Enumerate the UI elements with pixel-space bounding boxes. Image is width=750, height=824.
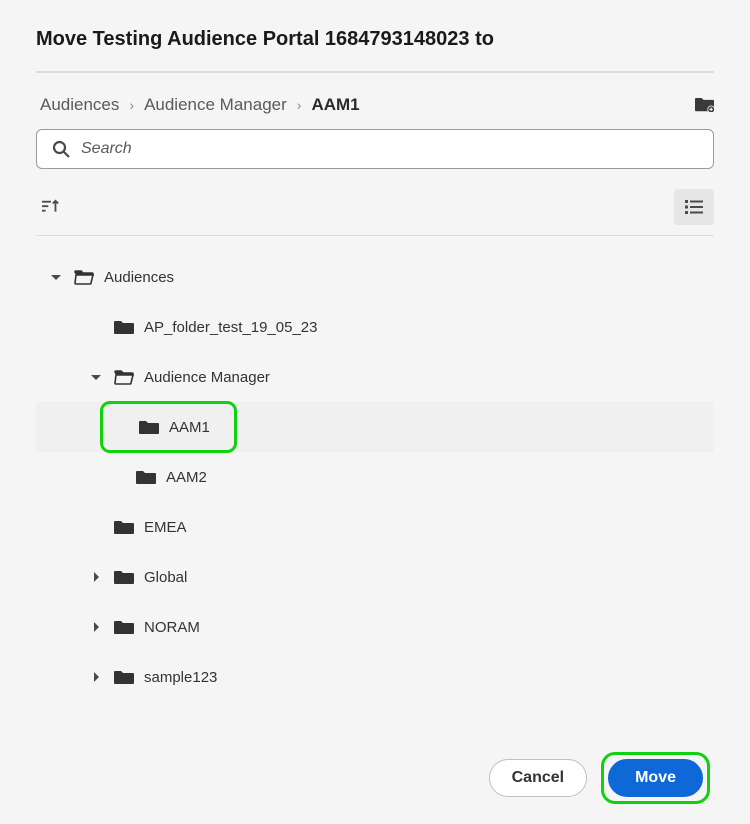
tree-row-global[interactable]: Global — [36, 552, 714, 602]
new-folder-icon[interactable] — [695, 97, 714, 113]
folder-open-icon — [74, 269, 94, 285]
dialog-title: Move Testing Audience Portal 16847931480… — [36, 28, 714, 51]
search-icon — [52, 140, 70, 158]
folder-icon — [114, 669, 134, 685]
chevron-right-icon: › — [297, 97, 302, 113]
folder-icon — [136, 469, 156, 485]
tree-row-sample123[interactable]: sample123 — [36, 652, 714, 702]
folder-open-icon — [114, 369, 134, 385]
folder-icon — [114, 569, 134, 585]
chevron-down-icon — [48, 269, 64, 285]
folder-label: Audience Manager — [144, 369, 270, 386]
chevron-right-icon — [88, 619, 104, 635]
tree-row-emea[interactable]: EMEA — [36, 502, 714, 552]
folder-tree: Audiences AP_folder_test_19_05_23 Audien… — [36, 252, 714, 702]
folder-label: NORAM — [144, 619, 200, 636]
chevron-right-icon — [88, 569, 104, 585]
list-view-toggle[interactable] — [674, 189, 714, 225]
folder-label: AAM1 — [169, 419, 210, 436]
tree-row-noram[interactable]: NORAM — [36, 602, 714, 652]
chevron-right-icon — [88, 669, 104, 685]
tree-row-ap-folder[interactable]: AP_folder_test_19_05_23 — [36, 302, 714, 352]
cancel-button[interactable]: Cancel — [489, 759, 587, 797]
folder-label: EMEA — [144, 519, 187, 536]
breadcrumb-current: AAM1 — [311, 95, 359, 115]
tree-row-audience-manager[interactable]: Audience Manager — [36, 352, 714, 402]
chevron-down-icon — [88, 369, 104, 385]
selection-highlight: AAM1 — [100, 401, 237, 453]
folder-label: AAM2 — [166, 469, 207, 486]
breadcrumb-item[interactable]: Audiences — [40, 95, 119, 115]
tree-row-audiences[interactable]: Audiences — [36, 252, 714, 302]
tree-row-aam1[interactable]: AAM1 — [36, 402, 714, 452]
sort-icon[interactable] — [42, 199, 60, 215]
chevron-right-icon: › — [129, 97, 134, 113]
move-button-highlight: Move — [601, 752, 710, 804]
folder-label: Global — [144, 569, 187, 586]
folder-label: sample123 — [144, 669, 217, 686]
folder-label: AP_folder_test_19_05_23 — [144, 319, 317, 336]
breadcrumb-item[interactable]: Audience Manager — [144, 95, 287, 115]
folder-icon — [139, 419, 159, 435]
folder-label: Audiences — [104, 269, 174, 286]
folder-icon — [114, 619, 134, 635]
folder-icon — [114, 319, 134, 335]
tree-row-aam2[interactable]: AAM2 — [36, 452, 714, 502]
search-input[interactable] — [36, 129, 714, 169]
list-icon — [685, 200, 703, 214]
folder-icon — [114, 519, 134, 535]
breadcrumb: Audiences › Audience Manager › AAM1 — [40, 95, 360, 115]
move-button[interactable]: Move — [608, 759, 703, 797]
